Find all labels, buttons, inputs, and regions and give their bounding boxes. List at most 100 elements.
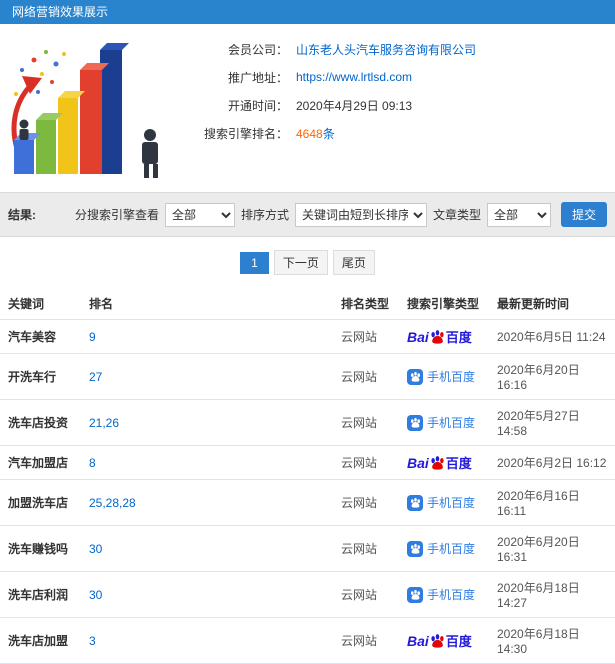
engine-cell: 手机百度 bbox=[403, 399, 493, 446]
baidu-paw-icon bbox=[430, 329, 445, 344]
rank-cell[interactable]: 21,26 bbox=[85, 399, 337, 446]
engine-cell: Bai 百度 bbox=[403, 319, 493, 354]
baidu-logo: Bai 百度 bbox=[407, 327, 472, 346]
keyword-cell: 洗车店投资 bbox=[0, 399, 85, 446]
baidu-logo-text: Bai bbox=[407, 632, 429, 649]
rank-type-cell: 云网站 bbox=[337, 617, 403, 664]
open-time-value: 2020年4月29日 09:13 bbox=[296, 98, 413, 113]
col-header-engine-type: 搜索引擎类型 bbox=[403, 288, 493, 320]
rank-cell[interactable]: 30 bbox=[85, 525, 337, 572]
table-body: 汽车美容 9 云网站 Bai 百度 2020年6月5日 11:24 开洗车行 27 云网站 手机百… bbox=[0, 319, 615, 664]
table-row: 汽车美容 9 云网站 Bai 百度 2020年6月5日 11:24 bbox=[0, 319, 615, 354]
rank-unit: 条 bbox=[322, 126, 335, 141]
article-type-label: 文章类型 bbox=[432, 208, 481, 222]
mobile-baidu-logo: 手机百度 bbox=[407, 540, 475, 557]
open-time-label: 开通时间： bbox=[227, 98, 288, 113]
rank-cell[interactable]: 27 bbox=[85, 353, 337, 400]
rank-type-cell: 云网站 bbox=[337, 479, 403, 526]
promotion-url-link[interactable]: https://www.lrtlsd.com bbox=[296, 70, 412, 84]
rank-cell[interactable]: 9 bbox=[85, 319, 337, 354]
table-row: 洗车店利润 30 云网站 手机百度 2020年6月18日 14:27 bbox=[0, 571, 615, 618]
table-row: 洗车店投资 21,26 云网站 手机百度 2020年5月27日 14:58 bbox=[0, 399, 615, 446]
baidu-logo-text: Bai bbox=[407, 328, 429, 345]
engine-filter-label: 分搜索引擎查看 bbox=[74, 208, 159, 222]
engine-cell: Bai 百度 bbox=[403, 617, 493, 664]
table-row: 洗车赚钱吗 30 云网站 手机百度 2020年6月20日 16:31 bbox=[0, 525, 615, 572]
updated-cell: 2020年6月2日 16:12 bbox=[493, 445, 615, 480]
table-row: 加盟洗车店 25,28,28 云网站 手机百度 2020年6月16日 16:11 bbox=[0, 479, 615, 526]
keyword-cell: 汽车加盟店 bbox=[0, 445, 85, 480]
baidu-logo-suffix: 百度 bbox=[445, 456, 472, 471]
keyword-cell: 汽车美容 bbox=[0, 319, 85, 354]
article-type-select[interactable]: 全部 bbox=[486, 202, 551, 227]
url-row: 推广地址： https://www.lrtlsd.com bbox=[176, 68, 476, 86]
engine-cell: Bai 百度 bbox=[403, 445, 493, 480]
mobile-baidu-logo: 手机百度 bbox=[407, 368, 475, 385]
page-title: 网络营销效果展示 bbox=[12, 5, 109, 19]
mobile-baidu-paw-icon bbox=[407, 586, 423, 603]
updated-cell: 2020年6月16日 16:11 bbox=[493, 479, 615, 526]
baidu-logo: Bai 百度 bbox=[407, 631, 472, 650]
engine-cell: 手机百度 bbox=[403, 525, 493, 572]
company-label: 会员公司： bbox=[227, 42, 288, 57]
rank-cell[interactable]: 3 bbox=[85, 617, 337, 664]
baidu-logo: Bai 百度 bbox=[407, 453, 472, 472]
rank-count: 4648 bbox=[296, 126, 323, 141]
engine-cell: 手机百度 bbox=[403, 479, 493, 526]
keyword-cell: 洗车店利润 bbox=[0, 571, 85, 618]
baidu-logo-text: Bai bbox=[407, 454, 429, 471]
mobile-baidu-label: 手机百度 bbox=[427, 588, 476, 602]
table-row: 开洗车行 27 云网站 手机百度 2020年6月20日 16:16 bbox=[0, 353, 615, 400]
col-header-rank: 排名 bbox=[85, 288, 337, 320]
updated-cell: 2020年5月27日 14:58 bbox=[493, 399, 615, 446]
updated-cell: 2020年6月18日 14:27 bbox=[493, 571, 615, 618]
company-row: 会员公司： 山东老人头汽车服务咨询有限公司 bbox=[176, 40, 476, 58]
result-label: 结果: bbox=[8, 208, 36, 222]
mobile-baidu-paw-icon bbox=[407, 540, 423, 557]
rank-type-cell: 云网站 bbox=[337, 525, 403, 572]
mobile-baidu-logo: 手机百度 bbox=[407, 494, 475, 511]
sort-select[interactable]: 关键词由短到长排序 bbox=[294, 202, 427, 227]
rank-cell[interactable]: 30 bbox=[85, 571, 337, 618]
last-page-button[interactable]: 尾页 bbox=[332, 250, 375, 275]
keyword-cell: 洗车赚钱吗 bbox=[0, 525, 85, 572]
col-header-keyword: 关键词 bbox=[0, 288, 85, 320]
member-info: 会员公司： 山东老人头汽车服务咨询有限公司 推广地址： https://www.… bbox=[176, 40, 476, 182]
updated-cell: 2020年6月20日 16:16 bbox=[493, 353, 615, 400]
engine-select[interactable]: 全部 bbox=[164, 202, 235, 227]
next-page-button[interactable]: 下一页 bbox=[273, 250, 328, 275]
engine-rank-value: 4648条 bbox=[296, 125, 335, 142]
keyword-cell: 加盟洗车店 bbox=[0, 479, 85, 526]
mobile-baidu-label: 手机百度 bbox=[427, 496, 476, 510]
submit-button[interactable]: 提交 bbox=[560, 202, 607, 227]
baidu-logo-suffix: 百度 bbox=[445, 330, 472, 345]
pagination: 1 下一页 尾页 bbox=[0, 237, 615, 288]
engine-rank-row: 搜索引擎排名： 4648条 bbox=[176, 124, 476, 142]
rank-type-cell: 云网站 bbox=[337, 353, 403, 400]
company-link[interactable]: 山东老人头汽车服务咨询有限公司 bbox=[296, 41, 476, 58]
engine-rank-label: 搜索引擎排名： bbox=[203, 126, 288, 141]
sort-label: 排序方式 bbox=[240, 208, 289, 222]
rank-cell[interactable]: 25,28,28 bbox=[85, 479, 337, 526]
keyword-cell: 洗车店加盟 bbox=[0, 617, 85, 664]
col-header-rank-type: 排名类型 bbox=[337, 288, 403, 320]
page-number-current[interactable]: 1 bbox=[240, 251, 269, 274]
baidu-logo-suffix: 百度 bbox=[445, 634, 472, 649]
engine-cell: 手机百度 bbox=[403, 571, 493, 618]
table-row: 汽车加盟店 8 云网站 Bai 百度 2020年6月2日 16:12 bbox=[0, 445, 615, 480]
mobile-baidu-label: 手机百度 bbox=[427, 416, 476, 430]
rank-cell[interactable]: 8 bbox=[85, 445, 337, 480]
filter-controls: 分搜索引擎查看 全部 排序方式 关键词由短到长排序 文章类型 全部 提交 bbox=[75, 202, 607, 227]
col-header-updated: 最新更新时间 bbox=[493, 288, 615, 320]
keyword-cell: 开洗车行 bbox=[0, 353, 85, 400]
bar-chart-illustration bbox=[4, 32, 176, 182]
filter-bar: 结果: 分搜索引擎查看 全部 排序方式 关键词由短到长排序 文章类型 全部 提交 bbox=[0, 192, 615, 237]
mobile-baidu-paw-icon bbox=[407, 368, 423, 385]
engine-cell: 手机百度 bbox=[403, 353, 493, 400]
mobile-baidu-paw-icon bbox=[407, 414, 423, 431]
growth-chart-image bbox=[11, 43, 158, 178]
rank-type-cell: 云网站 bbox=[337, 399, 403, 446]
table-row: 洗车店加盟 3 云网站 Bai 百度 2020年6月18日 14:30 bbox=[0, 617, 615, 664]
mobile-baidu-logo: 手机百度 bbox=[407, 586, 475, 603]
baidu-paw-icon bbox=[430, 633, 445, 648]
